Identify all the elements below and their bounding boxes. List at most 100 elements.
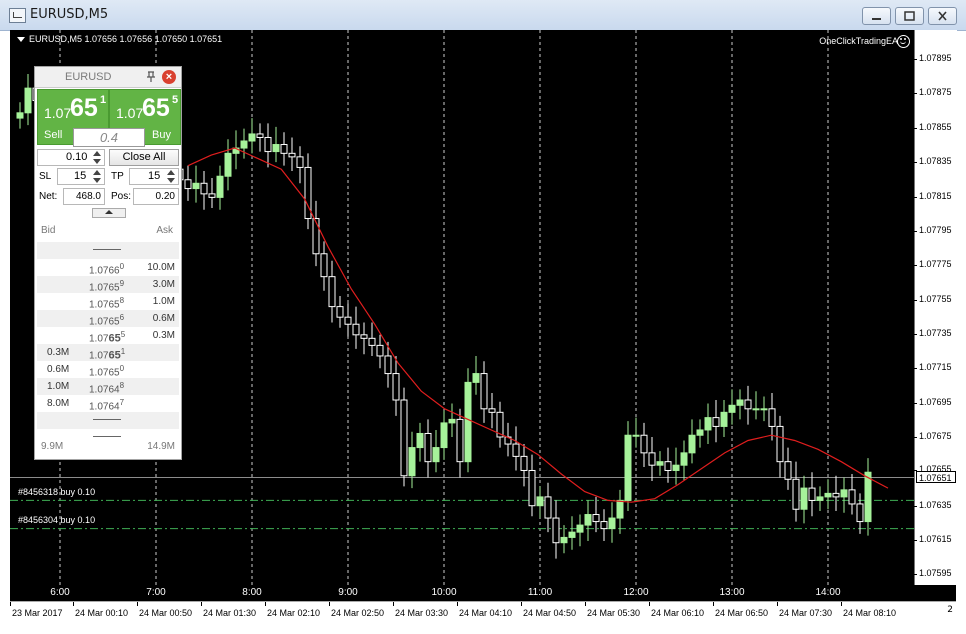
dom-price-fraction: 1 (120, 347, 126, 356)
net-value: 468.0 (75, 191, 101, 202)
candle-body (816, 496, 824, 501)
panel-header[interactable]: EURUSD × (35, 67, 181, 88)
date-label: 24 Mar 01:30 (200, 602, 257, 618)
collapse-toggle[interactable] (92, 208, 126, 218)
candle-body (312, 218, 320, 255)
chart-ohlc-label: EURUSD,M5 1.07656 1.07656 1.07650 1.0765… (29, 34, 223, 44)
close-window-button[interactable] (928, 7, 957, 25)
dom-price-fraction: 8 (119, 296, 125, 305)
dom-price-prefix: 1.0765 (89, 299, 120, 311)
date-label: 24 Mar 06:10 (648, 602, 705, 618)
candle-body (704, 417, 712, 431)
dom-price-prefix: 1.0764 (89, 401, 120, 413)
candle-body (296, 156, 304, 168)
candle-body (600, 521, 608, 530)
time-tick: 6:00 (50, 587, 70, 598)
candle-body (280, 144, 288, 154)
candle-body (672, 464, 680, 471)
dom-ask-volume: 1.0M (152, 296, 175, 307)
candle-body (568, 531, 576, 538)
date-label: 24 Mar 08:10 (840, 602, 897, 618)
maximize-button[interactable] (895, 7, 924, 25)
panel-close-icon[interactable]: × (162, 70, 176, 84)
time-axis: 6:00 7:00 8:00 9:00 10:00 11:00 12:00 13… (10, 585, 914, 601)
dom-price: 1.07660 (89, 262, 124, 276)
candle-body (760, 408, 768, 411)
chart-menu-arrow-icon[interactable] (17, 37, 25, 43)
candle-body (832, 492, 840, 498)
date-label: 23 Mar 2017 (10, 602, 63, 618)
dom-price-fraction: 6 (119, 313, 125, 322)
dom-row (37, 412, 179, 429)
candle-body (752, 408, 760, 411)
candle-body (16, 112, 24, 119)
lot-size-value: 0.10 (66, 151, 88, 163)
time-tick: 9:00 (338, 587, 358, 598)
price-chart[interactable]: EURUSD,M5 1.07656 1.07656 1.07650 1.0765… (10, 30, 957, 627)
dom-price: 1.07658 (89, 296, 124, 310)
candle-body (264, 136, 272, 153)
order-label-2[interactable]: #8456304 buy 0.10 (18, 515, 95, 525)
candle-body (616, 499, 624, 519)
sl-spinner-icon[interactable] (92, 170, 102, 183)
window-titlebar: EURUSD,M5 (0, 0, 966, 31)
dom-price-prefix: 1.0765 (89, 282, 120, 294)
candle-body (744, 399, 752, 410)
dom-bid-header: Bid (41, 225, 56, 236)
lot-spinner-icon[interactable] (92, 151, 102, 164)
date-label: 24 Mar 00:10 (72, 602, 129, 618)
tp-spinner-icon[interactable] (166, 170, 176, 183)
candle-body (848, 489, 856, 505)
date-axis[interactable]: 23 Mar 2017 24 Mar 00:10 24 Mar 00:50 24… (10, 601, 956, 627)
close-all-button[interactable]: Close All (109, 149, 179, 166)
dom-price: 1.07659 (89, 279, 124, 293)
candle-body (680, 452, 688, 466)
price-tick: 1.07895 (914, 53, 952, 63)
panel-symbol: EURUSD (65, 71, 112, 83)
tp-input[interactable]: 15 (129, 168, 179, 185)
candle-body (392, 373, 400, 401)
one-click-trading-panel[interactable]: EURUSD × 1.07 65 1 Sell 1.07 65 5 Buy 0.… (34, 66, 182, 460)
lot-size-input[interactable]: 0.10 (37, 149, 105, 166)
dom-row: 1.07660 10.0M (37, 259, 179, 276)
dom-bid-volume: 0.6M (47, 364, 70, 375)
candle-body (248, 133, 256, 142)
candle-body (664, 461, 672, 471)
dom-price: 1.07647 (89, 398, 124, 412)
candle-body (696, 429, 704, 436)
candle-body (736, 399, 744, 406)
net-field: 468.0 (63, 188, 105, 205)
candle-body (472, 373, 480, 383)
time-tick: 11:00 (527, 587, 553, 598)
dom-price: 1.07650 (89, 364, 124, 378)
pos-field: 0.20 (133, 188, 179, 205)
chart-shift-marker[interactable]: 2 (947, 605, 953, 615)
price-tick: 1.07595 (914, 568, 952, 578)
pin-icon[interactable] (145, 71, 157, 83)
candle-body (520, 455, 528, 471)
buy-price-pip: 5 (172, 94, 179, 106)
price-tick: 1.07775 (914, 259, 952, 269)
sl-input[interactable]: 15 (57, 168, 105, 185)
sell-label: Sell (44, 129, 63, 141)
minimize-button[interactable] (862, 7, 891, 25)
candle-body (24, 87, 32, 114)
dom-price-prefix: 1.0766 (89, 265, 120, 277)
candle-body (824, 492, 832, 498)
price-tick: 1.07635 (914, 500, 952, 510)
candle-body (584, 514, 592, 526)
chart-header: EURUSD,M5 1.07656 1.07656 1.07650 1.0765… (17, 34, 222, 44)
buy-label: Buy (152, 129, 171, 141)
candle-body (440, 422, 448, 449)
dom-total-bid: 9.9M (41, 441, 64, 452)
candle-body (632, 434, 640, 437)
price-axis[interactable]: 1.07895 1.07875 1.07855 1.07835 1.07815 … (914, 30, 957, 585)
dom-price-fraction: 0 (119, 364, 125, 373)
order-label-1[interactable]: #8456318 buy 0.10 (18, 487, 95, 497)
price-tick: 1.07675 (914, 431, 952, 441)
candle-body (592, 514, 600, 523)
candle-body (864, 471, 872, 523)
dom-price-prefix: 1.0764 (89, 384, 120, 396)
sl-value: 15 (74, 170, 87, 182)
price-tick: 1.07795 (914, 225, 952, 235)
